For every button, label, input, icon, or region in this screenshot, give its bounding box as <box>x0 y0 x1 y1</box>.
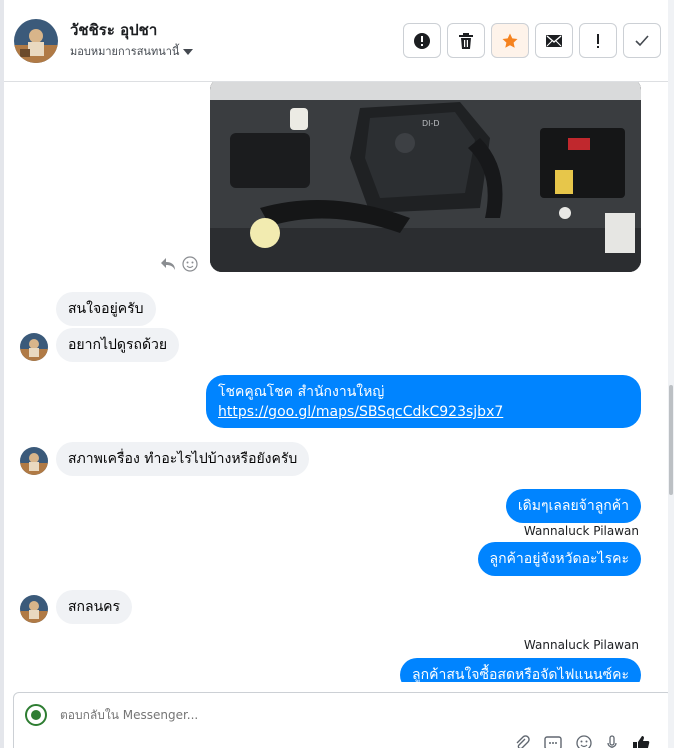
exclamation-icon <box>597 33 599 48</box>
conversation-header: วัชชิระ อุปชา มอบหมายการสนทนานี้ <box>4 0 668 82</box>
maps-link[interactable]: https://goo.gl/maps/SBSqcCdkC923sjbx7 <box>218 404 503 420</box>
mark-spam-button[interactable] <box>403 23 441 58</box>
message-bubble-outgoing[interactable]: ลูกค้าสนใจซื้อสดหรือจัดไฟแนนซ์คะ <box>400 658 641 682</box>
scrollbar-thumb[interactable] <box>669 385 673 495</box>
contact-avatar-small[interactable] <box>20 447 48 475</box>
inbox-conversation-window: วัชชิระ อุปชา มอบหมายการสนทนานี้ DI-D สน… <box>0 0 674 748</box>
contact-avatar-small[interactable] <box>20 595 48 623</box>
star-icon <box>502 33 518 48</box>
trash-icon <box>459 32 473 49</box>
saved-replies-icon[interactable] <box>544 735 562 748</box>
header-actions <box>403 23 661 58</box>
composer-toolbar <box>514 735 650 748</box>
star-button[interactable] <box>491 23 529 58</box>
message-bubble-outgoing[interactable]: เดิมๆเลลยจ้าลูกค้า <box>505 489 641 523</box>
page-avatar <box>24 703 48 727</box>
message-bubble-incoming[interactable]: อยากไปดูรถด้วย <box>56 328 180 362</box>
reply-composer <box>13 692 673 748</box>
check-icon <box>635 34 649 46</box>
like-icon[interactable] <box>632 735 650 748</box>
reply-input[interactable] <box>60 708 460 722</box>
assign-label: มอบหมายการสนทนานี้ <box>70 45 180 58</box>
location-name: โชคคูณโชค สำนักงานใหญ่ <box>218 384 385 400</box>
assign-conversation-dropdown[interactable]: มอบหมายการสนทนานี้ <box>70 42 194 60</box>
svg-text:DI-D: DI-D <box>422 119 440 128</box>
caret-down-icon <box>183 49 194 55</box>
contact-avatar[interactable] <box>14 19 58 63</box>
alert-circle-icon <box>414 32 430 49</box>
emoji-reaction-icon[interactable] <box>182 256 198 272</box>
message-bubble-incoming[interactable]: สกลนคร <box>56 590 133 624</box>
follow-up-button[interactable] <box>579 23 617 58</box>
envelope-icon <box>546 34 562 47</box>
attach-icon[interactable] <box>514 735 530 748</box>
message-bubble-outgoing[interactable]: ลูกค้าอยู่จังหวัดอะไรคะ <box>477 542 641 576</box>
contact-avatar-small[interactable] <box>20 333 48 361</box>
message-bubble-incoming[interactable]: สนใจอยู่ครับ <box>56 292 156 326</box>
sender-name: Wannaluck Pilawan <box>523 524 639 538</box>
mark-unread-button[interactable] <box>535 23 573 58</box>
photo-message-tools <box>160 256 198 272</box>
contact-name[interactable]: วัชชิระ อุปชา <box>70 18 157 42</box>
sender-name: Wannaluck Pilawan <box>523 638 639 652</box>
message-bubble-outgoing[interactable]: โชคคูณโชค สำนักงานใหญ่ https://goo.gl/ma… <box>206 375 641 428</box>
message-bubble-incoming[interactable]: สภาพเครื่อง ทำอะไรไปบ้างหรือยังครับ <box>56 442 310 476</box>
emoji-icon[interactable] <box>576 735 592 748</box>
mark-done-button[interactable] <box>623 23 661 58</box>
attached-engine-photo[interactable]: DI-D <box>210 82 641 272</box>
scrollbar-track[interactable] <box>668 0 674 748</box>
delete-button[interactable] <box>447 23 485 58</box>
message-list[interactable]: DI-D สนใจอยู่ครับ อยากไปดูรถด้วย โชคคูณโ… <box>4 82 668 682</box>
reply-icon[interactable] <box>160 257 176 271</box>
audio-icon[interactable] <box>606 735 618 748</box>
